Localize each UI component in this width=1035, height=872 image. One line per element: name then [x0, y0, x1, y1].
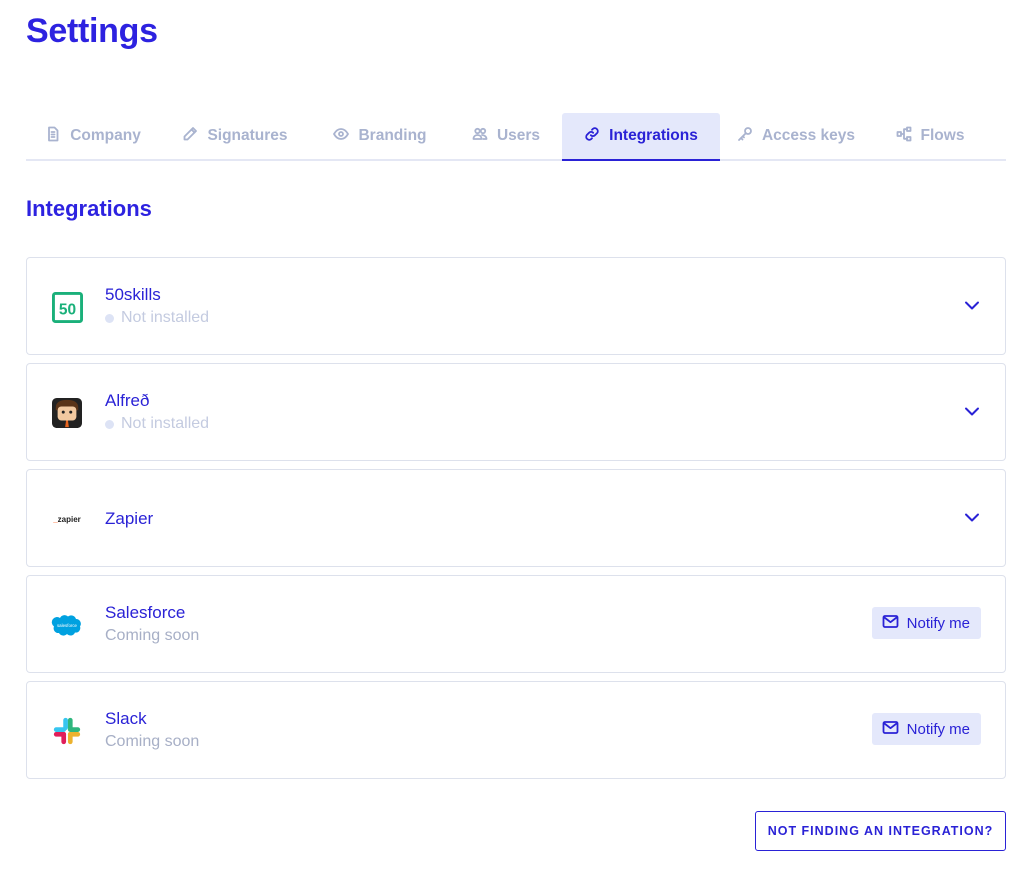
document-icon [45, 126, 61, 147]
pencil-icon [182, 126, 198, 147]
chevron-down-icon[interactable] [963, 296, 981, 314]
tab-label: Company [70, 127, 141, 144]
integration-card-zapier[interactable]: _zapier Zapier [26, 469, 1006, 567]
page-title: Settings [26, 12, 158, 50]
tab-label: Flows [920, 127, 965, 144]
integration-status: Coming soon [105, 627, 200, 644]
settings-tabs: Company Signatures Branding Users Integr… [26, 113, 1006, 161]
section-title: Integrations [26, 196, 152, 221]
tab-label: Users [496, 127, 541, 144]
salesforce-logo: salesforce [51, 609, 83, 641]
integration-name: Salesforce [105, 603, 186, 622]
tab-integrations[interactable]: Integrations [562, 113, 720, 161]
tab-company[interactable]: Company [26, 113, 160, 159]
slack-logo [51, 715, 83, 747]
integration-name: Alfreð [105, 391, 150, 410]
integration-name: Zapier [105, 509, 154, 528]
svg-text:salesforce: salesforce [57, 623, 78, 628]
svg-text:_zapier: _zapier [52, 515, 81, 524]
tab-label: Branding [358, 127, 427, 144]
chevron-down-icon[interactable] [963, 508, 981, 526]
50skills-logo: 50 [51, 291, 83, 323]
tab-flows[interactable]: Flows [872, 113, 988, 159]
notify-me-button[interactable]: Notify me [871, 713, 981, 745]
flow-icon [896, 126, 912, 147]
notify-me-label: Notify me [906, 720, 970, 738]
integration-status: Coming soon [105, 733, 200, 750]
status-dot-icon [105, 313, 114, 323]
mail-icon [882, 613, 899, 634]
tab-access-keys[interactable]: Access keys [720, 113, 872, 159]
integration-card-50skills[interactable]: 50 50skills Not installed [26, 257, 1006, 355]
integration-status: Not installed [105, 309, 209, 327]
integration-name: 50skills [105, 285, 161, 304]
notify-me-button[interactable]: Notify me [871, 607, 981, 639]
integration-status: Not installed [105, 415, 209, 433]
zapier-logo: _zapier [51, 503, 83, 535]
key-icon [737, 126, 753, 147]
integration-card-alfred[interactable]: Alfreð Not installed [26, 363, 1006, 461]
tab-label: Access keys [761, 127, 856, 144]
mail-icon [882, 719, 899, 740]
tab-signatures[interactable]: Signatures [160, 113, 310, 159]
notify-me-label: Notify me [906, 614, 970, 632]
chevron-down-icon[interactable] [963, 402, 981, 420]
integration-card-salesforce: salesforce Salesforce Coming soon Notify… [26, 575, 1006, 673]
eye-icon [333, 126, 350, 147]
not-finding-integration-button[interactable]: NOT FINDING AN INTEGRATION? [755, 811, 1006, 851]
alfred-logo [51, 397, 83, 429]
tab-label: Integrations [609, 127, 698, 144]
tab-users[interactable]: Users [450, 113, 562, 159]
users-icon [472, 126, 488, 147]
integration-card-slack: Slack Coming soon Notify me [26, 681, 1006, 779]
tab-label: Signatures [207, 127, 288, 144]
tab-branding[interactable]: Branding [310, 113, 450, 159]
status-dot-icon [105, 419, 114, 429]
svg-text:50: 50 [58, 301, 75, 318]
integration-name: Slack [105, 709, 147, 728]
link-icon [584, 126, 600, 147]
